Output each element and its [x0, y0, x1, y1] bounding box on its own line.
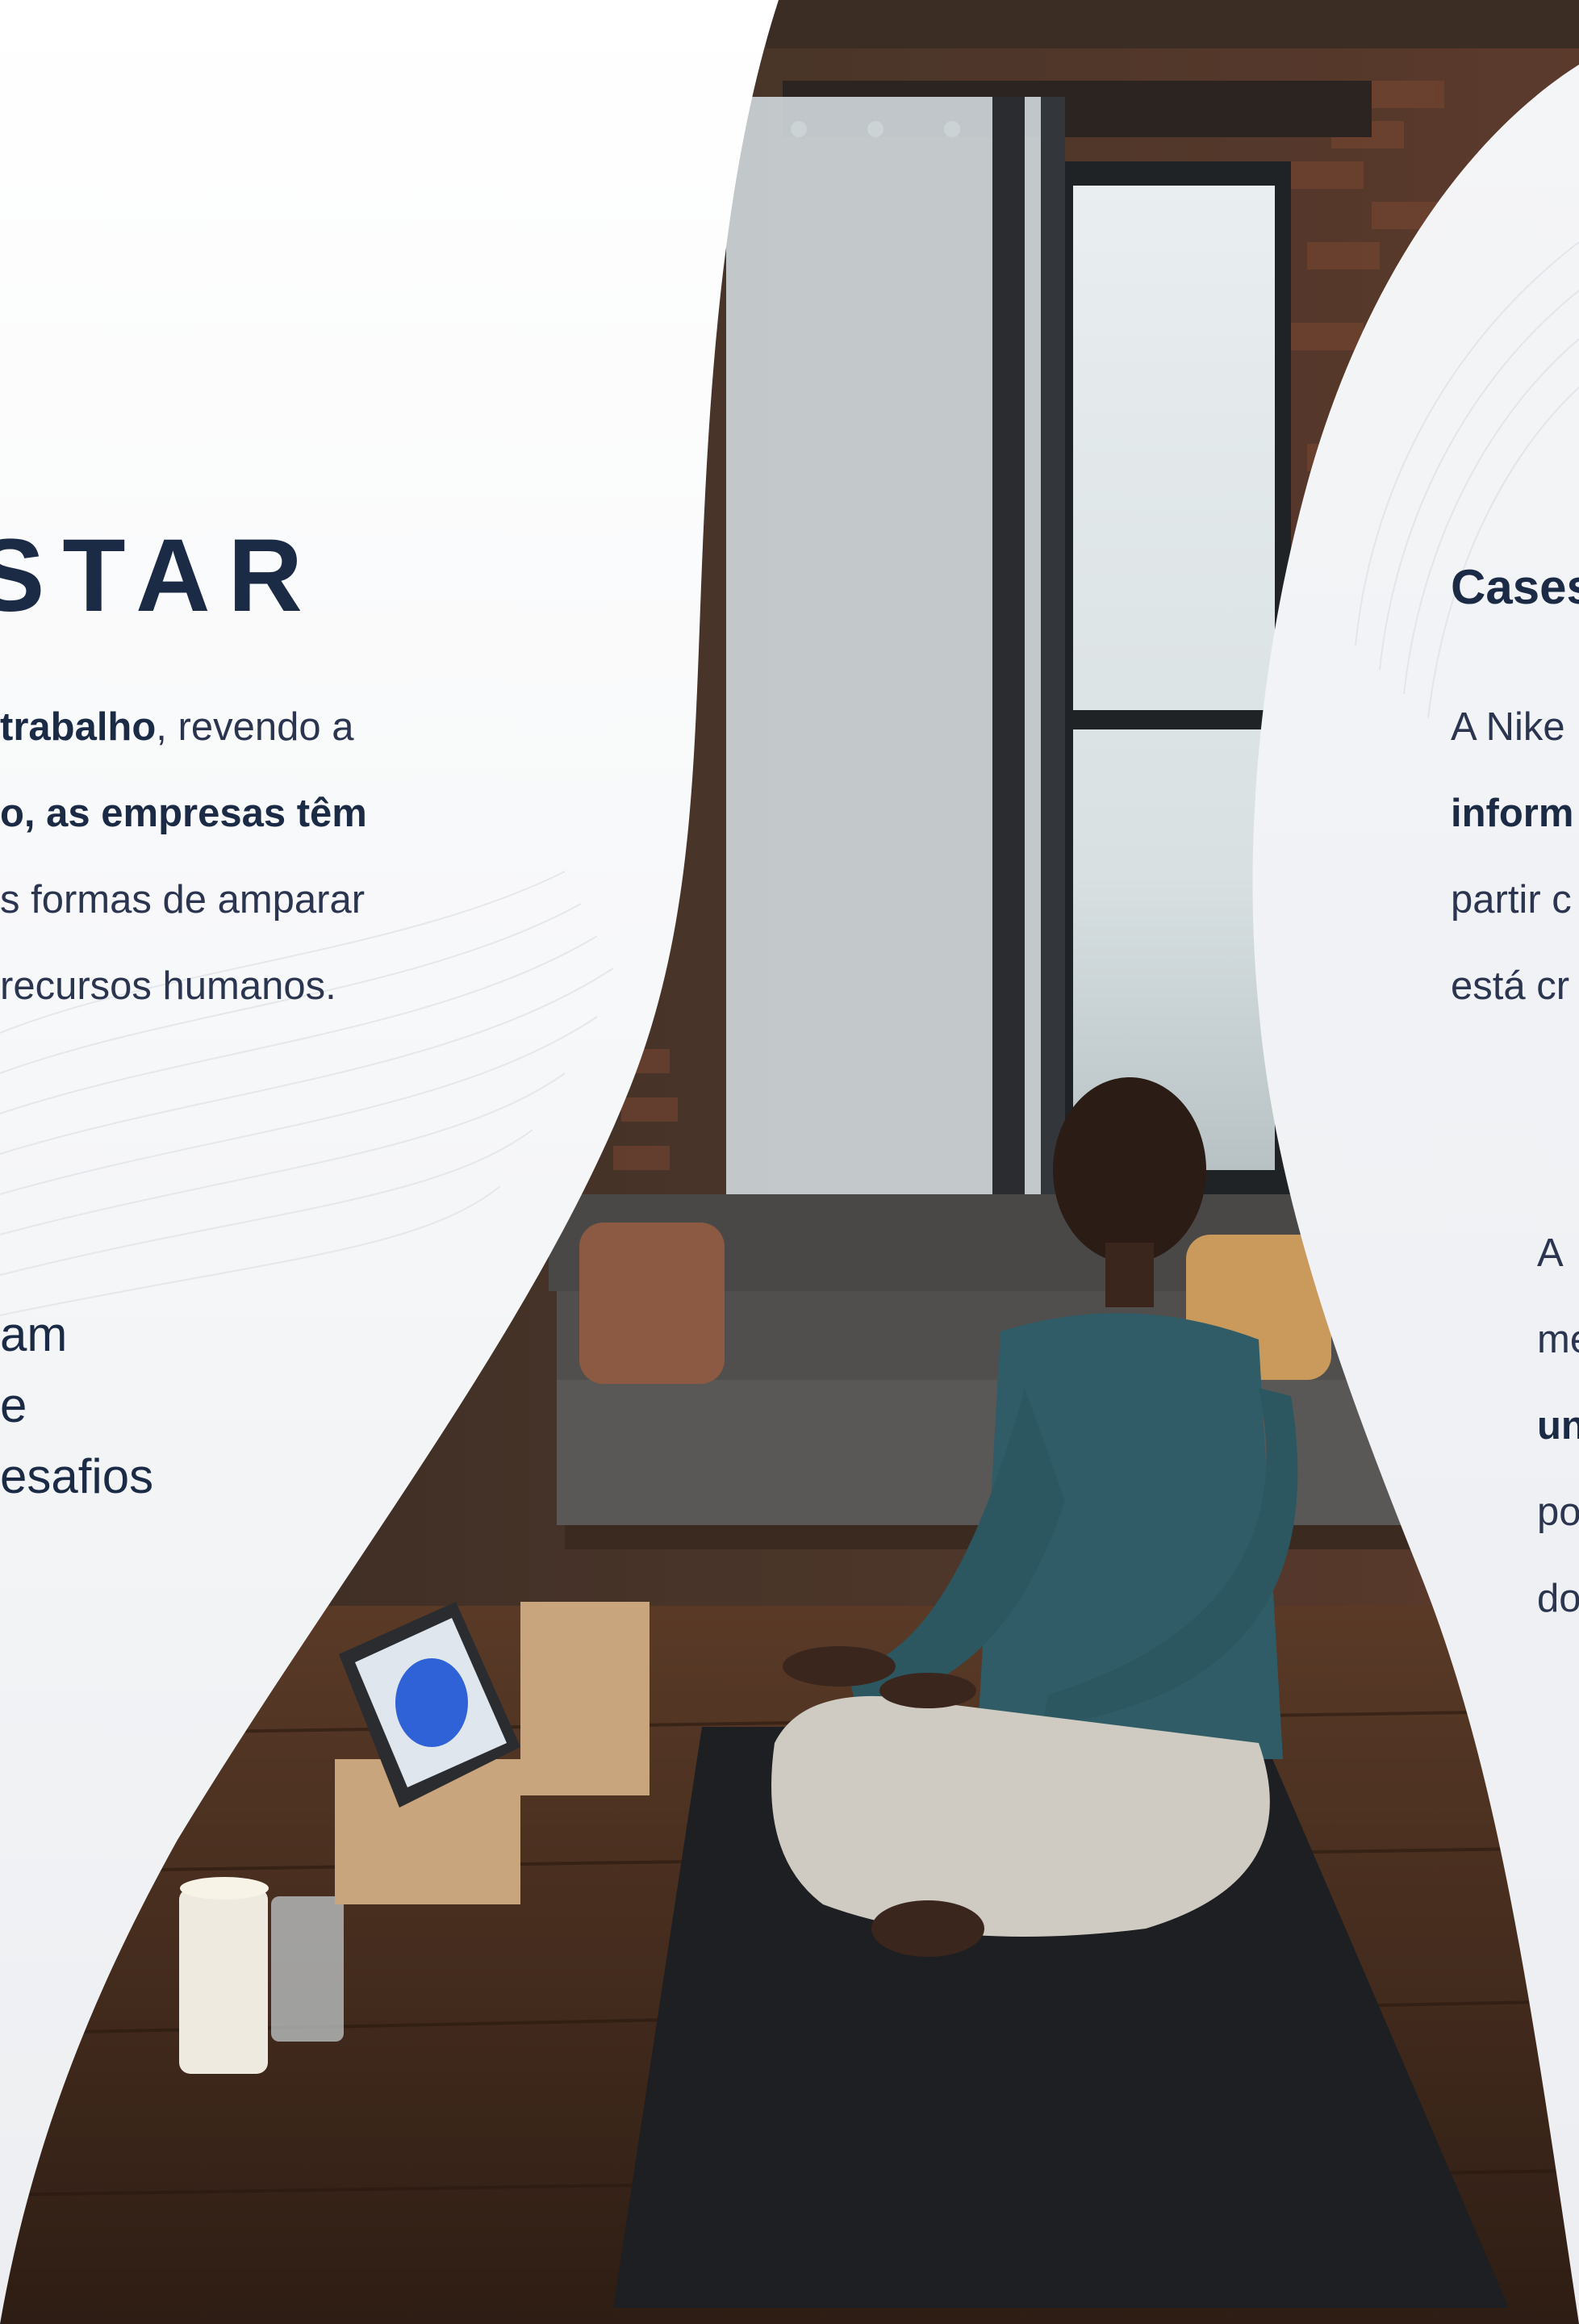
left-highlight-text: am e esafios [0, 1299, 153, 1512]
left-paragraph-line: recursos humanos. [0, 964, 336, 1008]
right-paragraph-2: A me un po do [1537, 1210, 1579, 1642]
right-paragraph-2-line: me [1537, 1318, 1579, 1361]
cases-heading: Cases [1451, 560, 1579, 614]
page: STAR trabalho, revendo a o, as empresas … [0, 0, 1579, 2324]
right-paragraph-2-line: po [1537, 1490, 1579, 1534]
right-paragraph-line: está cr [1451, 964, 1570, 1008]
left-paragraph-line: trabalho, revendo a [0, 705, 354, 749]
right-paragraph-2-line: A [1537, 1231, 1564, 1275]
highlight-line: e [0, 1378, 27, 1432]
right-paragraph-2-line: un [1537, 1404, 1579, 1448]
right-paragraph-2-line: do [1537, 1577, 1579, 1620]
text-layer: STAR trabalho, revendo a o, as empresas … [0, 0, 1579, 2324]
right-paragraph-line: inform [1451, 792, 1574, 835]
right-paragraph-line: A Nike [1451, 705, 1565, 749]
left-paragraph-line: s formas de amparar [0, 878, 366, 922]
highlight-line: am [0, 1307, 68, 1361]
section-title: STAR [0, 518, 320, 633]
left-paragraph-line: o, as empresas têm [0, 792, 367, 835]
right-paragraph: A Nike inform partir c está cr [1451, 684, 1573, 1030]
right-paragraph-line: partir c [1451, 878, 1572, 922]
left-paragraph: trabalho, revendo a o, as empresas têm s… [0, 684, 367, 1030]
highlight-line: esafios [0, 1449, 154, 1503]
